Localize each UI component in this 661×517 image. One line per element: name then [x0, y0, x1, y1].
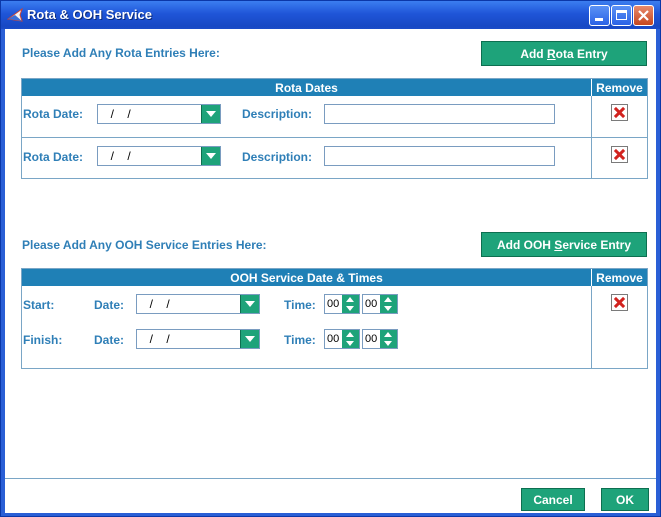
- add-ooh-service-entry-button[interactable]: Add OOH Service Entry: [481, 232, 647, 257]
- finish-label: Finish:: [23, 333, 63, 347]
- finish-date-value: / /: [143, 332, 170, 346]
- rota-date-value: / /: [104, 107, 131, 121]
- divider: [22, 137, 647, 138]
- rota-date-label: Rota Date:: [23, 107, 84, 121]
- start-minute-value: 00: [365, 298, 378, 310]
- description-input[interactable]: [324, 104, 555, 124]
- add-ooh-label-a: Add OOH: [496, 237, 555, 252]
- spin-up-icon[interactable]: [342, 295, 359, 304]
- finish-date-picker[interactable]: / /: [136, 329, 260, 349]
- start-minute-spinner[interactable]: 00: [362, 294, 398, 314]
- cancel-label: Cancel: [533, 492, 573, 507]
- start-label: Start:: [23, 298, 55, 312]
- maximize-button[interactable]: [611, 5, 632, 26]
- chevron-down-icon[interactable]: [201, 147, 220, 165]
- rota-date-picker[interactable]: / /: [97, 104, 221, 124]
- remove-icon[interactable]: [611, 294, 628, 311]
- add-ooh-label-b: S: [554, 237, 563, 252]
- dialog-window: Rota & OOH Service Please Add Any Rota E…: [0, 0, 661, 517]
- add-rota-label-b: R: [546, 46, 556, 61]
- dialog-body: Please Add Any Rota Entries Here: Add Ro…: [5, 29, 656, 513]
- cancel-button[interactable]: Cancel: [521, 488, 585, 511]
- rota-dates-header: Rota Dates: [22, 79, 591, 96]
- app-icon: [7, 7, 23, 22]
- add-ooh-label-c: ervice Entry: [562, 237, 632, 252]
- window-title: Rota & OOH Service: [27, 7, 152, 22]
- rota-date-value: / /: [104, 149, 131, 163]
- description-input[interactable]: [324, 146, 555, 166]
- finish-minute-spinner[interactable]: 00: [362, 329, 398, 349]
- add-rota-label-c: ota Entry: [555, 46, 608, 61]
- ok-label: OK: [616, 492, 634, 507]
- finish-time-label: Time:: [284, 333, 316, 347]
- ooh-panel: OOH Service Date & Times Remove Start: D…: [21, 268, 648, 369]
- rota-panel: Rota Dates Remove Rota Date: / / Descrip…: [21, 78, 648, 179]
- spin-down-icon[interactable]: [342, 339, 359, 348]
- rota-date-picker[interactable]: / /: [97, 146, 221, 166]
- close-icon: [638, 10, 649, 21]
- finish-hour-value: 00: [327, 333, 340, 345]
- start-hour-spinner[interactable]: 00: [324, 294, 360, 314]
- spin-down-icon[interactable]: [342, 304, 359, 313]
- finish-minute-value: 00: [365, 333, 378, 345]
- title-bar[interactable]: Rota & OOH Service: [1, 1, 660, 29]
- start-hour-value: 00: [327, 298, 340, 310]
- rota-date-label: Rota Date:: [23, 150, 84, 164]
- spin-down-icon[interactable]: [380, 339, 397, 348]
- rota-prompt: Please Add Any Rota Entries Here:: [22, 46, 220, 60]
- description-label: Description:: [242, 107, 313, 121]
- ooh-prompt: Please Add Any OOH Service Entries Here:: [22, 238, 267, 252]
- ooh-remove-header: Remove: [592, 269, 647, 286]
- spin-down-icon[interactable]: [380, 304, 397, 313]
- remove-icon[interactable]: [611, 146, 628, 163]
- start-date-label: Date:: [94, 298, 125, 312]
- divider: [591, 286, 592, 368]
- finish-hour-spinner[interactable]: 00: [324, 329, 360, 349]
- ooh-dates-header: OOH Service Date & Times: [22, 269, 591, 286]
- spin-up-icon[interactable]: [380, 330, 397, 339]
- rota-remove-header: Remove: [592, 79, 647, 96]
- spin-up-icon[interactable]: [380, 295, 397, 304]
- close-button[interactable]: [633, 5, 654, 26]
- spin-up-icon[interactable]: [342, 330, 359, 339]
- chevron-down-icon[interactable]: [240, 295, 259, 313]
- start-time-label: Time:: [284, 298, 316, 312]
- start-date-picker[interactable]: / /: [136, 294, 260, 314]
- maximize-icon: [616, 10, 627, 20]
- remove-icon[interactable]: [611, 104, 628, 121]
- finish-date-label: Date:: [94, 333, 125, 347]
- minimize-button[interactable]: [589, 5, 610, 26]
- chevron-down-icon[interactable]: [201, 105, 220, 123]
- start-date-value: / /: [143, 297, 170, 311]
- minimize-icon: [595, 18, 603, 21]
- button-bar: Cancel OK: [5, 478, 656, 513]
- ok-button[interactable]: OK: [601, 488, 649, 511]
- description-label: Description:: [242, 150, 313, 164]
- add-rota-entry-button[interactable]: Add Rota Entry: [481, 41, 647, 66]
- chevron-down-icon[interactable]: [240, 330, 259, 348]
- add-rota-label-a: Add: [520, 46, 547, 61]
